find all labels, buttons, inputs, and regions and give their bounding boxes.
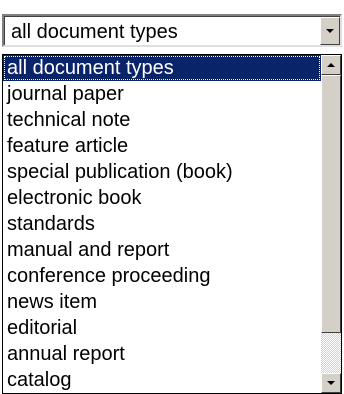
option-annual-report[interactable]: annual report: [3, 341, 321, 367]
option-catalog[interactable]: catalog: [3, 367, 321, 393]
options-container: all document types journal paper technic…: [3, 55, 321, 393]
arrow-up-icon: [327, 63, 335, 67]
scroll-up-button[interactable]: [321, 55, 341, 75]
scroll-down-button[interactable]: [321, 373, 341, 393]
option-journal-paper[interactable]: journal paper: [3, 81, 321, 107]
option-editorial[interactable]: editorial: [3, 315, 321, 341]
option-all-document-types[interactable]: all document types: [3, 55, 321, 81]
dropdown-button[interactable]: [320, 17, 340, 45]
option-technical-note[interactable]: technical note: [3, 107, 321, 133]
scrollbar-thumb[interactable]: [321, 75, 341, 333]
chevron-down-icon: [326, 29, 334, 33]
option-special-publication[interactable]: special publication (book): [3, 159, 321, 185]
select-value: all document types: [11, 21, 178, 43]
arrow-down-icon: [327, 381, 335, 385]
vertical-scrollbar[interactable]: [321, 55, 341, 393]
document-type-select[interactable]: all document types: [2, 14, 342, 47]
option-feature-article[interactable]: feature article: [3, 133, 321, 159]
option-electronic-book[interactable]: electronic book: [3, 185, 321, 211]
option-standards[interactable]: standards: [3, 211, 321, 237]
select-field[interactable]: all document types: [4, 16, 340, 45]
document-type-list[interactable]: all document types journal paper technic…: [2, 54, 342, 394]
option-news-item[interactable]: news item: [3, 289, 321, 315]
option-conference-proceeding[interactable]: conference proceeding: [3, 263, 321, 289]
option-manual-and-report[interactable]: manual and report: [3, 237, 321, 263]
